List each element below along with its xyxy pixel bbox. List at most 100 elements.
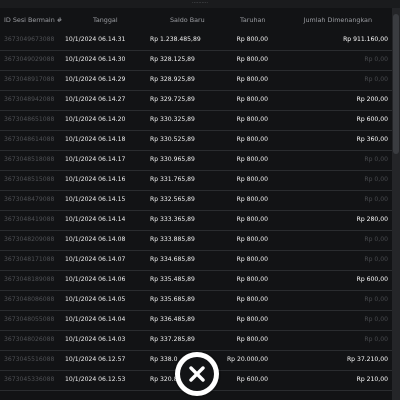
balance-cell: Rp 334.685,89 <box>150 256 195 263</box>
balance-cell: Rp 333.365,89 <box>150 216 195 223</box>
session-id-cell: 3673048942088 <box>4 96 55 103</box>
winnings-cell: Rp 210,00 <box>356 376 388 383</box>
balance-cell: Rp 333.885,89 <box>150 236 195 243</box>
history-table: ID Sesi Bermain # Tanggal Saldo Baru Tar… <box>0 8 392 400</box>
table-row[interactable]: 3673048518088 10/1/2024 06.14.17 Rp 330.96… <box>0 150 392 171</box>
balance-cell: Rp 330.325,89 <box>150 116 195 123</box>
bet-cell: Rp 800,00 <box>236 36 268 43</box>
balance-cell: Rp 1.238.485,89 <box>150 36 201 43</box>
balance-cell: Rp 336.485,89 <box>150 316 195 323</box>
session-id-cell: 3673048651088 <box>4 116 55 123</box>
winnings-cell: Rp 600,00 <box>356 276 388 283</box>
balance-cell: Rp 328.925,89 <box>150 76 195 83</box>
winnings-cell: Rp 200,00 <box>356 96 388 103</box>
balance-cell: Rp 335.685,89 <box>150 296 195 303</box>
winnings-cell: Rp 911.160,00 <box>343 36 388 43</box>
winnings-cell: Rp 37.210,00 <box>346 356 388 363</box>
winnings-cell: Rp 0,00 <box>364 176 388 183</box>
winnings-cell: Rp 0,00 <box>364 236 388 243</box>
game-history-screen: .......... ID Sesi Bermain # Tanggal Sal… <box>0 0 400 400</box>
winnings-cell: Rp 0,00 <box>364 76 388 83</box>
session-id-cell: 3673048209088 <box>4 236 55 243</box>
session-id-cell: 3673048419088 <box>4 216 55 223</box>
table-row[interactable]: 3673048171088 10/1/2024 06.14.07 Rp 334.68… <box>0 250 392 271</box>
winnings-cell: Rp 0,00 <box>364 296 388 303</box>
date-cell: 10/1/2024 06.14.14 <box>65 216 126 223</box>
winnings-cell: Rp 0,00 <box>364 256 388 263</box>
table-header: ID Sesi Bermain # Tanggal Saldo Baru Tar… <box>0 8 392 30</box>
balance-cell: Rp 332.565,89 <box>150 196 195 203</box>
table-row[interactable]: 3673048189088 10/1/2024 06.14.06 Rp 335.48… <box>0 270 392 291</box>
bet-cell: Rp 600,00 <box>236 376 268 383</box>
date-cell: 10/1/2024 06.14.15 <box>65 196 126 203</box>
date-cell: 10/1/2024 06.14.08 <box>65 236 126 243</box>
header-session-id: ID Sesi Bermain # <box>4 16 63 24</box>
winnings-cell: Rp 360,00 <box>356 136 388 143</box>
date-cell: 10/1/2024 06.14.17 <box>65 156 126 163</box>
bet-cell: Rp 800,00 <box>236 176 268 183</box>
bet-cell: Rp 20.000,00 <box>226 356 268 363</box>
balance-cell: Rp 331.765,89 <box>150 176 195 183</box>
table-row[interactable]: 3673048026088 10/1/2024 06.14.03 Rp 337.28… <box>0 330 392 351</box>
bet-cell: Rp 800,00 <box>236 76 268 83</box>
winnings-cell: Rp 0,00 <box>364 336 388 343</box>
balance-cell: Rp 320.8 <box>150 376 178 383</box>
scroll-thumb[interactable] <box>393 14 399 154</box>
close-icon <box>180 357 214 391</box>
session-id-cell: 3673048614088 <box>4 136 55 143</box>
date-cell: 10/1/2024 06.14.30 <box>65 56 126 63</box>
date-cell: 10/1/2024 06.14.05 <box>65 296 126 303</box>
table-row[interactable]: 3673048479088 10/1/2024 06.14.15 Rp 332.56… <box>0 190 392 211</box>
table-row[interactable]: 3673048651088 10/1/2024 06.14.20 Rp 330.32… <box>0 110 392 131</box>
session-id-cell: 3673045516088 <box>4 356 55 363</box>
winnings-cell: Rp 0,00 <box>364 196 388 203</box>
balance-cell: Rp 337.285,89 <box>150 336 195 343</box>
table-row[interactable]: 3673049029088 10/1/2024 06.14.30 Rp 328.12… <box>0 50 392 71</box>
table-row[interactable]: 3673049673088 10/1/2024 06.14.31 Rp 1.238.… <box>0 30 392 51</box>
winnings-cell: Rp 0,00 <box>364 156 388 163</box>
balance-cell: Rp 328.125,89 <box>150 56 195 63</box>
session-id-cell: 3673048171088 <box>4 256 55 263</box>
winnings-cell: Rp 280,00 <box>356 216 388 223</box>
date-cell: 10/1/2024 06.14.04 <box>65 316 126 323</box>
table-row[interactable]: 3673048942088 10/1/2024 06.14.27 Rp 329.72… <box>0 90 392 111</box>
table-row[interactable]: 3673048086088 10/1/2024 06.14.05 Rp 335.68… <box>0 290 392 311</box>
date-cell: 10/1/2024 06.12.57 <box>65 356 126 363</box>
winnings-cell: Rp 0,00 <box>364 56 388 63</box>
session-id-cell: 3673049673088 <box>4 36 55 43</box>
bet-cell: Rp 800,00 <box>236 276 268 283</box>
winnings-cell: Rp 600,00 <box>356 116 388 123</box>
close-button[interactable] <box>175 352 219 396</box>
table-row[interactable]: 3673048209088 10/1/2024 06.14.08 Rp 333.88… <box>0 230 392 251</box>
date-cell: 10/1/2024 06.14.03 <box>65 336 126 343</box>
header-new-balance: Saldo Baru <box>170 16 205 24</box>
session-id-cell: 3673048189088 <box>4 276 55 283</box>
bet-cell: Rp 800,00 <box>236 236 268 243</box>
bet-cell: Rp 800,00 <box>236 256 268 263</box>
table-row[interactable]: 3673048515088 10/1/2024 06.14.16 Rp 331.76… <box>0 170 392 191</box>
bet-cell: Rp 800,00 <box>236 296 268 303</box>
balance-cell: Rp 330.525,89 <box>150 136 195 143</box>
session-id-cell: 3673048518088 <box>4 156 55 163</box>
session-id-cell: 3673045336088 <box>4 376 55 383</box>
bet-cell: Rp 800,00 <box>236 196 268 203</box>
bet-cell: Rp 800,00 <box>236 56 268 63</box>
session-id-cell: 3673048026088 <box>4 336 55 343</box>
bet-cell: Rp 800,00 <box>236 96 268 103</box>
balance-cell: Rp 330.965,89 <box>150 156 195 163</box>
bet-cell: Rp 800,00 <box>236 316 268 323</box>
scrollbar[interactable] <box>392 8 400 400</box>
balance-cell: Rp 329.725,89 <box>150 96 195 103</box>
bet-cell: Rp 800,00 <box>236 216 268 223</box>
table-row[interactable]: 3673048917088 10/1/2024 06.14.29 Rp 328.92… <box>0 70 392 91</box>
session-id-cell: 3673048917088 <box>4 76 55 83</box>
table-row[interactable]: 3673048614088 10/1/2024 06.14.18 Rp 330.52… <box>0 130 392 151</box>
date-cell: 10/1/2024 06.14.18 <box>65 136 126 143</box>
table-row[interactable]: 3673048419088 10/1/2024 06.14.14 Rp 333.36… <box>0 210 392 231</box>
table-row[interactable]: 3673048055088 10/1/2024 06.14.04 Rp 336.48… <box>0 310 392 331</box>
date-cell: 10/1/2024 06.12.53 <box>65 376 126 383</box>
session-id-cell: 3673048086088 <box>4 296 55 303</box>
date-cell: 10/1/2024 06.14.20 <box>65 116 126 123</box>
date-cell: 10/1/2024 06.14.31 <box>65 36 126 43</box>
date-cell: 10/1/2024 06.14.27 <box>65 96 126 103</box>
